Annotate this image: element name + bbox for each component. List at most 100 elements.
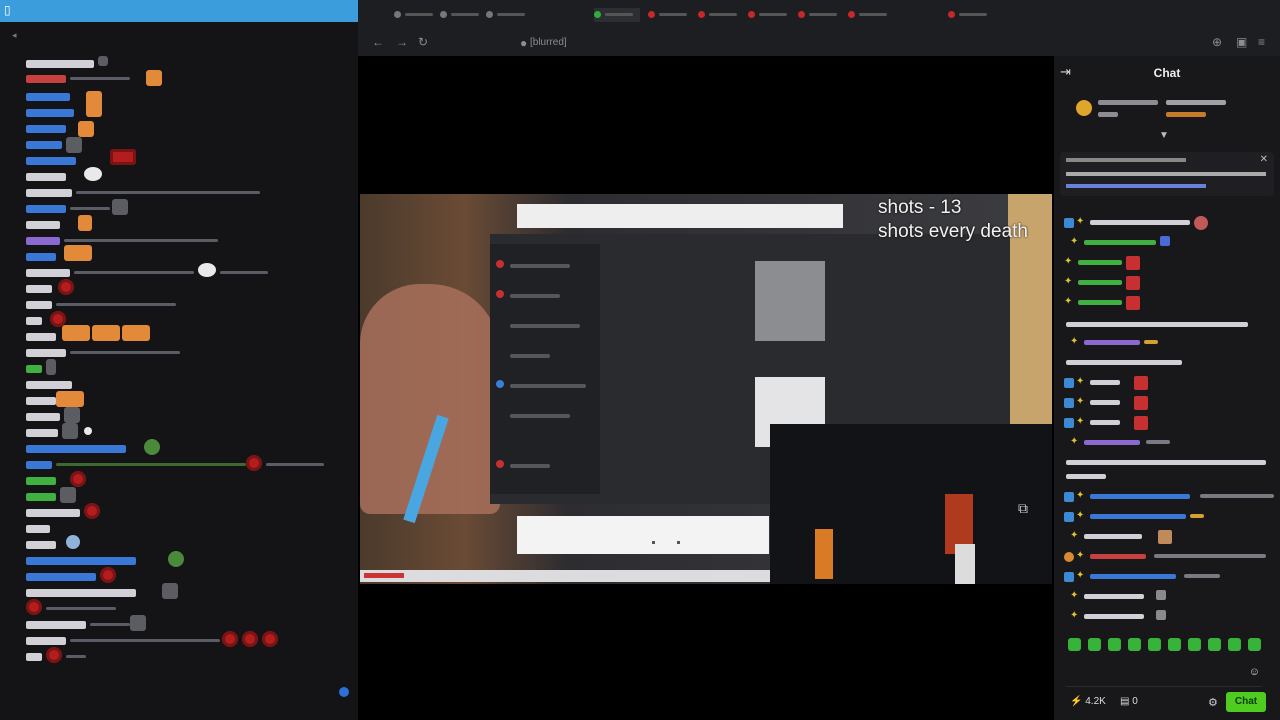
emote-button[interactable] (1108, 638, 1121, 651)
star-icon: ✦ (1076, 570, 1085, 581)
overlay-message (26, 121, 106, 137)
overlay-message (26, 215, 106, 231)
row-text (510, 264, 570, 268)
site-lock-icon: ● (520, 36, 528, 50)
overlay-message (26, 407, 106, 423)
emote-button[interactable] (1228, 638, 1241, 651)
emote-button[interactable] (1168, 638, 1181, 651)
overlay-message (26, 137, 106, 153)
chat-message: ✦ (1064, 610, 1274, 624)
stream-video-player[interactable]: shots - 13 shots every death (360, 194, 1052, 584)
chat-message: ✦ (1064, 376, 1274, 390)
emote-button[interactable] (1208, 638, 1221, 651)
browser-tab[interactable] (394, 8, 440, 22)
overlay-message (26, 391, 106, 407)
browser-tab-active[interactable] (594, 8, 640, 22)
emote-button[interactable] (1128, 638, 1141, 651)
browser-tab[interactable] (748, 8, 794, 22)
arrow-left-icon[interactable]: ← (372, 35, 384, 49)
back-arrow-icon[interactable]: ◂ (12, 30, 17, 41)
tab-label (859, 13, 887, 16)
gear-icon[interactable]: ⚙ (1208, 696, 1218, 709)
overlay-message (26, 535, 106, 551)
left-chat-overlay-window: ▯ ◂ (0, 0, 358, 720)
address-bar[interactable]: [blurred] (530, 37, 567, 48)
coin-icon (1076, 100, 1092, 116)
row-text (510, 354, 550, 358)
badge-icon (1064, 552, 1074, 562)
browser-tab[interactable] (798, 8, 844, 22)
row-text (510, 384, 586, 388)
close-icon[interactable]: ✕ (1260, 154, 1268, 165)
picture-in-picture-icon[interactable]: ⧉ (1018, 500, 1028, 517)
overlay-message (26, 279, 106, 295)
emote-button[interactable] (1068, 638, 1081, 651)
browser-nav-bar: ← → ↻ ● [blurred] ⊕ ▣ ≡ (358, 30, 1280, 56)
browser-tab[interactable] (486, 8, 532, 22)
tab-label (809, 13, 837, 16)
tab-label (759, 13, 787, 16)
arrow-right-icon[interactable]: → (396, 35, 408, 49)
star-icon: ✦ (1070, 610, 1079, 621)
overlay-message (26, 523, 86, 535)
chat-input[interactable]: ☺ (1064, 662, 1264, 687)
browser-tab[interactable] (648, 8, 694, 22)
chat-message (1064, 470, 1274, 484)
star-icon: ✦ (1070, 530, 1079, 541)
star-icon: ✦ (1064, 256, 1073, 267)
captured-taskbar (360, 570, 770, 582)
emote-bar (1068, 638, 1268, 654)
chevron-down-icon[interactable]: ▼ (1159, 130, 1169, 141)
webcam-object (955, 544, 975, 584)
browser-tab[interactable] (848, 8, 894, 22)
overlay-message (26, 70, 186, 86)
sidebar-icon[interactable]: ▣ (1236, 35, 1247, 49)
send-chat-button[interactable]: Chat (1226, 692, 1266, 712)
streamer-figure (360, 284, 500, 514)
captured-screen-sidebar (490, 244, 600, 494)
overlay-header-text: ◂ (0, 30, 358, 44)
chat-message: ✦ (1064, 336, 1274, 350)
emote-picker-icon[interactable]: ☺ (1249, 666, 1260, 678)
chat-message: ✦ (1064, 590, 1274, 604)
channel-points[interactable]: ⚡ 4.2K (1070, 696, 1106, 707)
overlay-message (26, 199, 136, 215)
stream-chat-panel: ⇥ Chat ▼ ✕ ✦ ✦ ✦ ✦ ✦ ✦ ✦ ✦ ✦ ✦ ✦ ✦ ✦ ✦ ✦… (1054, 56, 1280, 720)
emote-button[interactable] (1248, 638, 1261, 651)
chat-message: ✦ (1064, 256, 1274, 270)
overlay-message (26, 455, 326, 471)
overlay-message (26, 647, 126, 663)
star-icon: ✦ (1076, 550, 1085, 561)
row-text (510, 414, 570, 418)
pinned-link[interactable] (1066, 184, 1206, 188)
star-icon: ✦ (1070, 236, 1079, 247)
pinned-message[interactable]: ✕ (1060, 152, 1274, 196)
overlay-message (26, 101, 106, 119)
red-icon (496, 290, 504, 298)
emote-button[interactable] (1148, 638, 1161, 651)
browser-tab[interactable] (440, 8, 486, 22)
scroll-to-bottom-icon[interactable] (339, 687, 349, 697)
chat-message: ✦ (1064, 490, 1274, 504)
overlay-title-bar[interactable]: ▯ (0, 0, 358, 22)
extension-icon[interactable]: ⊕ (1212, 35, 1222, 49)
reload-icon[interactable]: ↻ (418, 35, 428, 49)
overlay-message (26, 599, 126, 615)
overlay-shots-rule: shots every death (878, 221, 1028, 242)
browser-tab[interactable] (948, 8, 994, 22)
emote-button[interactable] (1188, 638, 1201, 651)
emote (1134, 376, 1148, 390)
emote (1134, 396, 1148, 410)
overlay-message (26, 56, 126, 70)
star-icon: ✦ (1070, 590, 1079, 601)
overlay-message (26, 359, 86, 375)
browser-tab[interactable] (698, 8, 744, 22)
window-menu-icon[interactable]: ▯ (4, 3, 11, 17)
pinned-text (1066, 172, 1266, 176)
red-icon (496, 260, 504, 268)
overlay-message (26, 631, 286, 647)
emote-button[interactable] (1088, 638, 1101, 651)
menu-icon[interactable]: ≡ (1258, 35, 1265, 49)
badge-icon (1064, 398, 1074, 408)
chat-leaderboard[interactable] (1054, 92, 1280, 126)
